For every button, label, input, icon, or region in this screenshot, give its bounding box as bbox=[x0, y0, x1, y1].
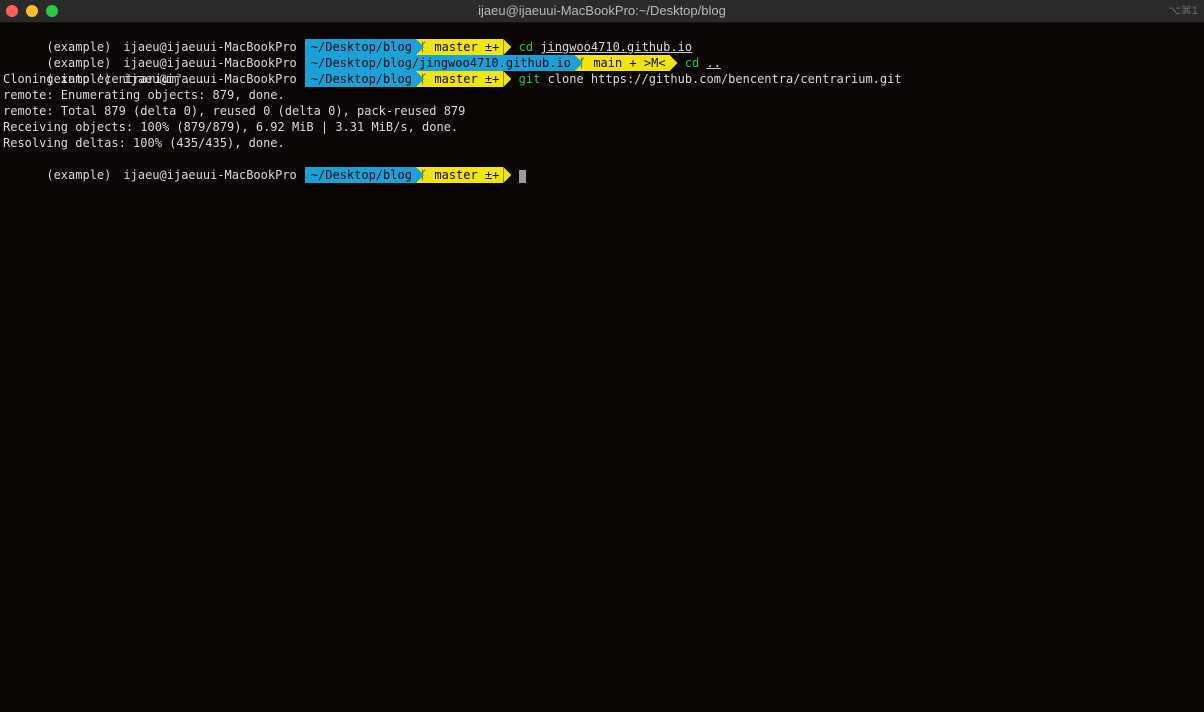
terminal-output[interactable]: (example) ijaeu@ijaeuui-MacBookPro ~/Deskt… bbox=[3, 23, 1204, 183]
prompt-user-host: ijaeu@ijaeuui-MacBookPro bbox=[123, 168, 297, 182]
text-cursor[interactable] bbox=[518, 169, 526, 183]
terminal-line: (example) ijaeu@ijaeuui-MacBookPro ~/Deskt… bbox=[3, 55, 1204, 87]
terminal-line: (example) ijaeu@ijaeuui-MacBookPro ~/Deskt… bbox=[3, 39, 1204, 71]
terminal-window: ijaeu@ijaeuui-MacBookPro:~/Desktop/blog … bbox=[0, 0, 1204, 712]
prompt-git-status: ᚴ master ±+ bbox=[415, 167, 504, 183]
terminal-line: (example) ijaeu@ijaeuui-MacBookPro ~/Deskt… bbox=[3, 151, 1204, 183]
prompt-path: ~/Desktop/blog bbox=[304, 167, 416, 183]
output-line: remote: Enumerating objects: 879, done. bbox=[3, 88, 285, 102]
title-bar[interactable]: ijaeu@ijaeuui-MacBookPro:~/Desktop/blog … bbox=[0, 0, 1204, 23]
window-shortcut: ⌥⌘1 bbox=[1168, 5, 1198, 17]
git-branch-status: master ±+ bbox=[434, 168, 500, 182]
output-line: remote: Total 879 (delta 0), reused 0 (d… bbox=[3, 104, 466, 118]
output-line: Resolving deltas: 100% (435/435), done. bbox=[3, 136, 285, 150]
output-line: Receiving objects: 100% (879/879), 6.92 … bbox=[3, 120, 459, 134]
output-line: Cloning into 'centrarium'... bbox=[3, 72, 206, 86]
git-arrow bbox=[503, 167, 512, 183]
window-title: ijaeu@ijaeuui-MacBookPro:~/Desktop/blog bbox=[478, 3, 726, 18]
terminal-line: (example) ijaeu@ijaeuui-MacBookPro ~/Deskt… bbox=[3, 23, 1204, 55]
virtualenv-label: (example) bbox=[46, 168, 112, 182]
